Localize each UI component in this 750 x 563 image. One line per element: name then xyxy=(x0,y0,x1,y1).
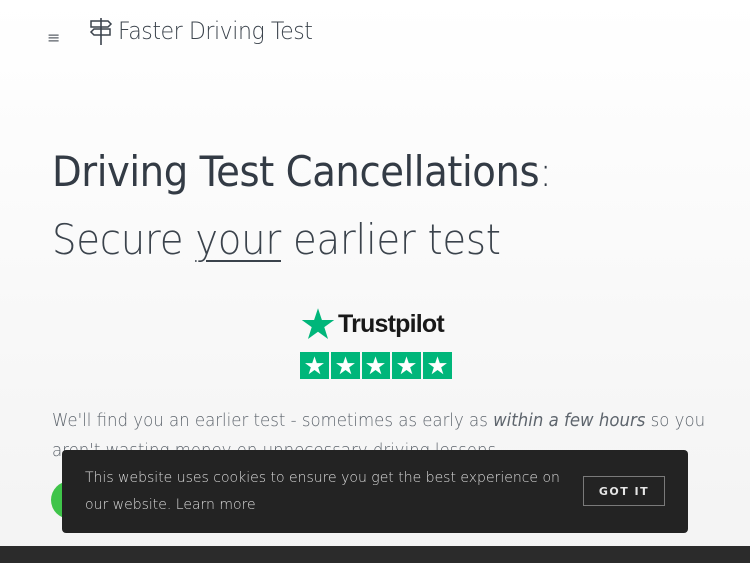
hamburger-icon[interactable]: ≡ xyxy=(47,28,60,48)
subtitle-before: Secure xyxy=(52,215,196,264)
learn-more-link[interactable]: Learn more xyxy=(176,497,256,513)
got-it-button[interactable]: GOT IT xyxy=(583,476,665,506)
trustpilot-rating xyxy=(300,352,452,379)
star-icon xyxy=(335,356,355,375)
brand-name: Faster Driving Test xyxy=(118,17,313,45)
star-icon xyxy=(397,356,417,375)
footer-bar xyxy=(0,546,750,563)
rating-star-1 xyxy=(300,352,329,379)
page-title: Driving Test Cancellations: xyxy=(52,147,552,196)
star-icon xyxy=(304,356,324,375)
cookie-banner: This website uses cookies to ensure you … xyxy=(62,450,688,533)
page-subtitle: Secure your earlier test xyxy=(52,215,501,264)
trustpilot-widget[interactable]: Trustpilot xyxy=(300,306,452,379)
cookie-message-text: This website uses cookies to ensure you … xyxy=(85,470,560,513)
lede-emphasis: within a few hours xyxy=(493,410,646,431)
brand-logo[interactable]: Faster Driving Test xyxy=(88,16,329,46)
title-colon: : xyxy=(539,147,552,196)
signpost-icon xyxy=(89,18,113,45)
site-header: ≡ Faster Driving Test xyxy=(0,0,750,70)
rating-star-2 xyxy=(330,352,360,379)
lede-before: We'll find you an earlier test - sometim… xyxy=(52,410,494,431)
subtitle-emphasis: your xyxy=(195,215,281,264)
rating-star-4 xyxy=(392,352,422,379)
rating-star-5 xyxy=(423,352,452,379)
trustpilot-wordmark: Trustpilot xyxy=(338,309,445,338)
title-text: Driving Test Cancellations xyxy=(52,147,540,196)
star-icon xyxy=(366,356,386,375)
rating-star-3 xyxy=(361,352,391,379)
subtitle-after: earlier test xyxy=(280,215,501,264)
star-icon xyxy=(428,356,448,375)
trustpilot-header: Trustpilot xyxy=(300,306,452,342)
trustpilot-star-icon xyxy=(301,308,335,339)
cookie-message: This website uses cookies to ensure you … xyxy=(85,465,565,519)
